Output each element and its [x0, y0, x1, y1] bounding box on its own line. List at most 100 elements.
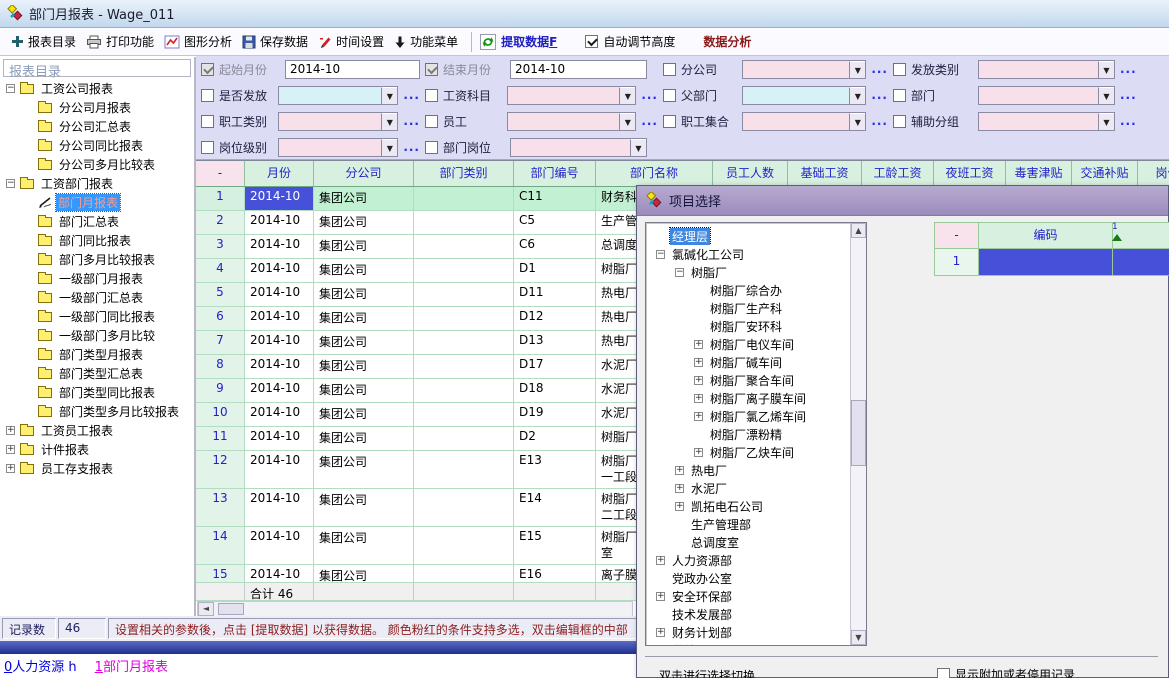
dept-code-cell[interactable]: C5 — [514, 211, 596, 235]
more-options-button[interactable]: ... — [1120, 62, 1137, 76]
dept-code-cell[interactable]: D12 — [514, 307, 596, 331]
company-cell[interactable]: 集团公司 — [314, 565, 414, 583]
tree-item-label[interactable]: 部门汇总表 — [57, 213, 121, 230]
dialog-tree-label[interactable]: 生产管理部 — [689, 516, 753, 533]
row-number-cell[interactable]: 4 — [196, 259, 245, 283]
collapse-icon[interactable]: − — [675, 268, 684, 277]
month-cell[interactable]: 2014-10 — [245, 283, 314, 307]
expand-icon[interactable]: + — [656, 628, 665, 637]
sidebar-item[interactable]: +员工存支报表 — [0, 459, 194, 478]
company-cell[interactable]: 集团公司 — [314, 427, 414, 451]
more-options-button[interactable]: ... — [641, 114, 658, 128]
filter-input[interactable]: 2014-10 — [285, 60, 420, 79]
sidebar-item[interactable]: 部门多月比较报表 — [0, 250, 194, 269]
column-header[interactable]: 月份 — [245, 161, 314, 187]
more-options-button[interactable]: ... — [641, 88, 658, 102]
dialog-tree-label[interactable]: 党政办公室 — [670, 570, 734, 587]
company-cell[interactable]: 集团公司 — [314, 403, 414, 427]
chevron-down-icon[interactable]: ▼ — [849, 61, 865, 78]
dialog-tree-label[interactable]: 树脂厂综合办 — [708, 282, 784, 299]
expand-icon[interactable]: + — [675, 484, 684, 493]
dept-code-cell[interactable]: D1 — [514, 259, 596, 283]
scroll-up-icon[interactable]: ▲ — [851, 223, 866, 238]
more-options-button[interactable]: ... — [1120, 114, 1137, 128]
month-cell[interactable]: 2014-10 — [245, 379, 314, 403]
collapse-icon[interactable]: − — [6, 84, 15, 93]
dialog-tree-item[interactable]: −树脂厂 — [646, 263, 849, 281]
dept-type-cell[interactable] — [414, 403, 514, 427]
tree-item-label[interactable]: 部门类型多月比较报表 — [57, 403, 181, 420]
dept-type-cell[interactable] — [414, 379, 514, 403]
filter-combobox[interactable]: ▼ — [507, 112, 637, 131]
filter-combobox[interactable]: ▼ — [742, 86, 866, 105]
column-header[interactable]: 部门编号 — [514, 161, 596, 187]
chevron-down-icon[interactable]: ▼ — [381, 87, 397, 104]
expand-icon[interactable]: + — [656, 592, 665, 601]
month-cell[interactable]: 2014-10 — [245, 565, 314, 583]
show-inactive-checkbox[interactable]: 显示附加或者停用记录 — [937, 666, 1075, 678]
dialog-tree-item[interactable]: 生产管理部 — [646, 515, 849, 533]
sidebar-item[interactable]: 一级部门汇总表 — [0, 288, 194, 307]
expand-icon[interactable]: + — [6, 445, 15, 454]
company-cell[interactable]: 集团公司 — [314, 259, 414, 283]
chevron-down-icon[interactable]: ▼ — [1098, 87, 1114, 104]
collapse-icon[interactable]: − — [6, 179, 15, 188]
sidebar-item[interactable]: + 计件报表 — [0, 440, 194, 459]
tree-item-label[interactable]: 计件报表 — [39, 441, 91, 458]
dialog-tree-item[interactable]: +热电厂 — [646, 461, 849, 479]
dialog-tree-label[interactable]: 树脂厂电仪车间 — [708, 336, 796, 353]
chevron-down-icon[interactable]: ▼ — [1098, 113, 1114, 130]
sidebar-item[interactable]: 部门类型月报表 — [0, 345, 194, 364]
month-cell[interactable]: 2014-10 — [245, 331, 314, 355]
column-header[interactable]: 基础工资 — [788, 161, 862, 187]
month-cell[interactable]: 2014-10 — [245, 355, 314, 379]
dialog-tree-label[interactable]: 树脂厂氯乙烯车间 — [708, 408, 808, 425]
tree-item-label[interactable]: 分公司汇总表 — [57, 118, 133, 135]
dialog-tree-label[interactable]: 树脂厂离子膜车间 — [708, 390, 808, 407]
company-cell[interactable]: 集团公司 — [314, 379, 414, 403]
dept-type-cell[interactable] — [414, 235, 514, 259]
month-cell[interactable]: 2014-10 — [245, 427, 314, 451]
sidebar-item[interactable]: 部门类型汇总表 — [0, 364, 194, 383]
company-cell[interactable]: 集团公司 — [314, 331, 414, 355]
dialog-tree-label[interactable]: 供销公司 — [670, 642, 722, 647]
dialog-tree-item[interactable]: +安全环保部 — [646, 587, 849, 605]
dialog-tree-scrollbar[interactable]: ▲ ▼ — [850, 223, 866, 645]
dialog-tree-item[interactable]: 总调度室 — [646, 533, 849, 551]
column-header[interactable]: 分公司 — [314, 161, 414, 187]
more-options-button[interactable]: ... — [403, 88, 420, 102]
filter-checkbox[interactable] — [425, 63, 438, 76]
month-cell[interactable]: 2014-10 — [245, 211, 314, 235]
sidebar-item[interactable]: 部门类型同比报表 — [0, 383, 194, 402]
dialog-tree-label[interactable]: 人力资源部 — [670, 552, 734, 569]
sidebar-item[interactable]: −工资公司报表 — [0, 79, 194, 98]
row-number-cell[interactable]: 5 — [196, 283, 245, 307]
dept-code-cell[interactable]: E14 — [514, 489, 596, 527]
dept-code-cell[interactable]: D17 — [514, 355, 596, 379]
tree-item-label[interactable]: 部门月报表 — [56, 194, 120, 211]
row-number-cell[interactable]: 6 — [196, 307, 245, 331]
scroll-down-icon[interactable]: ▼ — [851, 630, 866, 645]
filter-checkbox[interactable] — [663, 89, 676, 102]
sidebar-item[interactable]: −工资部门报表 — [0, 174, 194, 193]
scroll-left-icon[interactable]: ◄ — [198, 602, 214, 616]
sidebar-item[interactable]: 部门月报表 — [0, 193, 194, 212]
dialog-grid-selected-cell[interactable] — [1113, 249, 1169, 276]
sidebar-item[interactable]: 分公司多月比较表 — [0, 155, 194, 174]
month-cell[interactable]: 2014-10 — [245, 259, 314, 283]
dialog-tree-label[interactable]: 热电厂 — [689, 462, 729, 479]
filter-combobox[interactable]: ▼ — [278, 138, 398, 157]
column-header[interactable]: 员工人数 — [713, 161, 788, 187]
expand-icon[interactable]: + — [6, 464, 15, 473]
company-cell[interactable]: 集团公司 — [314, 187, 414, 211]
dept-type-cell[interactable] — [414, 331, 514, 355]
column-header[interactable]: - — [196, 161, 245, 187]
filter-combobox[interactable]: ▼ — [978, 60, 1115, 79]
dept-code-cell[interactable]: E16 — [514, 565, 596, 583]
month-cell[interactable]: 2014-10 — [245, 403, 314, 427]
dept-type-cell[interactable] — [414, 451, 514, 489]
filter-combobox[interactable]: ▼ — [742, 112, 866, 131]
dialog-tree-label[interactable]: 总调度室 — [689, 534, 741, 551]
expand-icon[interactable]: + — [694, 448, 703, 457]
filter-combobox[interactable]: ▼ — [507, 86, 637, 105]
